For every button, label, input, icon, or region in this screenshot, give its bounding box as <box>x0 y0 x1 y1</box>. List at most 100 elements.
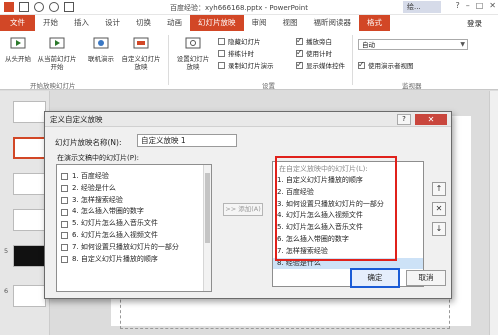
checkbox-icon <box>296 36 303 45</box>
presenter-view-label: 使用演示者视图 <box>368 62 414 70</box>
slide-thumbnail[interactable] <box>13 101 46 123</box>
setup-show-button[interactable]: 设置幻灯片放映 <box>174 35 212 71</box>
list-scrollbar[interactable] <box>203 165 211 291</box>
tab-format[interactable]: 格式 <box>359 15 390 31</box>
redo-icon[interactable] <box>49 2 59 12</box>
list-item[interactable]: 1. 百度经验 <box>57 171 211 183</box>
checkbox-icon <box>296 48 303 57</box>
close-icon[interactable]: ✕ <box>415 114 447 125</box>
scrollbar-thumb[interactable] <box>205 173 210 243</box>
list-item[interactable]: 7. 如何设置只播放幻灯片的一部分 <box>57 242 211 254</box>
list-item-label: 5. 幻灯片怎么插入音乐文件 <box>72 219 158 228</box>
checkbox-icon[interactable] <box>61 173 68 181</box>
custom-slides-label: 在自定义放映中的幻灯片(L): <box>279 165 368 173</box>
ok-button[interactable]: 确定 <box>350 268 400 288</box>
hide-slide-icon <box>218 37 225 45</box>
move-up-button[interactable]: ↑ <box>432 182 446 196</box>
tab-animations[interactable]: 动画 <box>159 15 190 31</box>
save-icon[interactable] <box>19 2 29 12</box>
help-icon[interactable]: ? <box>397 114 411 125</box>
tab-slideshow[interactable]: 幻灯片放映 <box>190 15 244 31</box>
list-item-label: 2. 经验是什么 <box>72 183 116 192</box>
rehearse-icon <box>218 49 225 57</box>
tab-review[interactable]: 审阅 <box>244 15 275 31</box>
list-item[interactable]: 2. 经验是什么 <box>57 183 211 195</box>
slide-thumbnail[interactable] <box>13 245 46 267</box>
slide-thumbnail[interactable] <box>13 173 46 195</box>
rehearse-timings-button[interactable]: 排练计时 <box>218 48 254 58</box>
start-show-icon[interactable] <box>64 2 74 12</box>
show-media-label: 显示媒体控件 <box>306 62 345 70</box>
from-start-button[interactable]: 从头开始 <box>3 35 33 63</box>
list-item[interactable]: 3. 怎样搜索经验 <box>57 195 211 207</box>
checkbox-icon[interactable] <box>61 232 68 240</box>
list-item[interactable]: 6. 怎么插入带圈的数字 <box>273 234 423 246</box>
checkbox-icon[interactable] <box>61 208 68 216</box>
maximize-icon[interactable]: □ <box>476 1 484 10</box>
checkbox-icon[interactable] <box>61 244 68 252</box>
vertical-scrollbar[interactable] <box>489 91 498 335</box>
record-show-button[interactable]: 录制幻灯片演示 <box>218 60 274 70</box>
resolution-select[interactable]: 自动 ▼ <box>358 39 468 50</box>
list-item-label: 6. 幻灯片怎么插入视频文件 <box>72 230 158 239</box>
play-narration-label: 播放旁白 <box>306 38 332 46</box>
drawing-tools-badge[interactable]: 绘... <box>403 1 441 13</box>
checkbox-icon[interactable] <box>61 196 68 204</box>
online-present-label: 联机演示 <box>88 55 114 63</box>
slide-number: 6 <box>4 287 9 295</box>
checkbox-icon <box>296 60 303 69</box>
arrow-up-icon: ↑ <box>435 184 443 193</box>
slide-thumbnail[interactable] <box>13 285 46 307</box>
tab-design[interactable]: 设计 <box>97 15 128 31</box>
list-item[interactable]: 1. 自定义幻灯片播放的顺序 <box>273 175 423 187</box>
tab-foxit-reader[interactable]: 福昕阅读器 <box>306 15 360 31</box>
tab-file[interactable]: 文件 <box>0 15 35 31</box>
checkbox-icon[interactable] <box>61 220 68 228</box>
list-item[interactable]: 2. 百度经验 <box>273 187 423 199</box>
tab-view[interactable]: 视图 <box>275 15 306 31</box>
list-item[interactable]: 4. 幻灯片怎么插入视频文件 <box>273 210 423 222</box>
define-custom-show-dialog: 定义自定义放映 ? ✕ 幻灯片放映名称(N): 自定义放映 1 在演示文稿中的幻… <box>44 111 452 299</box>
list-item-selected[interactable]: 8. 经验是什么 <box>273 257 423 270</box>
from-current-button[interactable]: 从当前幻灯片开始 <box>36 35 78 71</box>
slide-thumbnail[interactable] <box>13 209 46 231</box>
custom-show-button[interactable]: 自定义幻灯片放映 <box>120 35 162 71</box>
show-media-checkbox[interactable]: 显示媒体控件 <box>296 60 345 70</box>
list-item[interactable]: 3. 如何设置只播放幻灯片的一部分 <box>273 199 423 211</box>
tab-home[interactable]: 开始 <box>35 15 66 31</box>
available-slides-list[interactable]: 1. 百度经验 2. 经验是什么 3. 怎样搜索经验 4. 怎么插入带圈的数字 … <box>56 164 212 292</box>
add-button[interactable]: >> 添加(A) <box>223 203 263 216</box>
custom-show-slides-list[interactable]: 在自定义放映中的幻灯片(L): 1. 自定义幻灯片播放的顺序 2. 百度经验 3… <box>272 161 424 287</box>
from-current-label: 从当前幻灯片开始 <box>37 55 77 71</box>
list-item[interactable]: 7. 怎样搜索经验 <box>273 246 423 258</box>
use-timing-checkbox[interactable]: 使用计时 <box>296 48 332 58</box>
hide-slide-button[interactable]: 隐藏幻灯片 <box>218 36 261 46</box>
minimize-icon[interactable]: – <box>466 1 470 10</box>
online-present-button[interactable]: 联机演示 <box>84 35 118 63</box>
tab-insert[interactable]: 插入 <box>66 15 97 31</box>
slide-thumbnail[interactable] <box>13 137 46 159</box>
undo-icon[interactable] <box>34 2 44 12</box>
remove-button[interactable]: ✕ <box>432 202 446 216</box>
checkbox-icon[interactable] <box>61 185 68 193</box>
show-name-input[interactable]: 自定义放映 1 <box>137 134 237 147</box>
play-narration-checkbox[interactable]: 播放旁白 <box>296 36 332 46</box>
list-item-label: 4. 怎么插入带圈的数字 <box>72 207 144 216</box>
rehearse-label: 排练计时 <box>228 50 254 58</box>
move-down-button[interactable]: ↓ <box>432 222 446 236</box>
tab-transitions[interactable]: 切换 <box>128 15 159 31</box>
help-icon[interactable]: ? <box>455 1 459 10</box>
login-link[interactable]: 登录 <box>467 18 482 29</box>
list-item[interactable]: 4. 怎么插入带圈的数字 <box>57 206 211 218</box>
from-start-label: 从头开始 <box>5 55 31 63</box>
presenter-view-checkbox[interactable]: 使用演示者视图 <box>358 60 414 70</box>
checkbox-icon[interactable] <box>61 255 68 263</box>
list-item[interactable]: 6. 幻灯片怎么插入视频文件 <box>57 230 211 242</box>
list-item[interactable]: 8. 自定义幻灯片播放的顺序 <box>57 254 211 266</box>
slide-number: 5 <box>4 247 9 255</box>
close-icon[interactable]: ✕ <box>489 1 496 10</box>
cancel-button[interactable]: 取消 <box>406 270 446 286</box>
list-item[interactable]: 5. 幻灯片怎么插入音乐文件 <box>273 222 423 234</box>
online-present-icon <box>93 37 109 49</box>
list-item[interactable]: 5. 幻灯片怎么插入音乐文件 <box>57 218 211 230</box>
